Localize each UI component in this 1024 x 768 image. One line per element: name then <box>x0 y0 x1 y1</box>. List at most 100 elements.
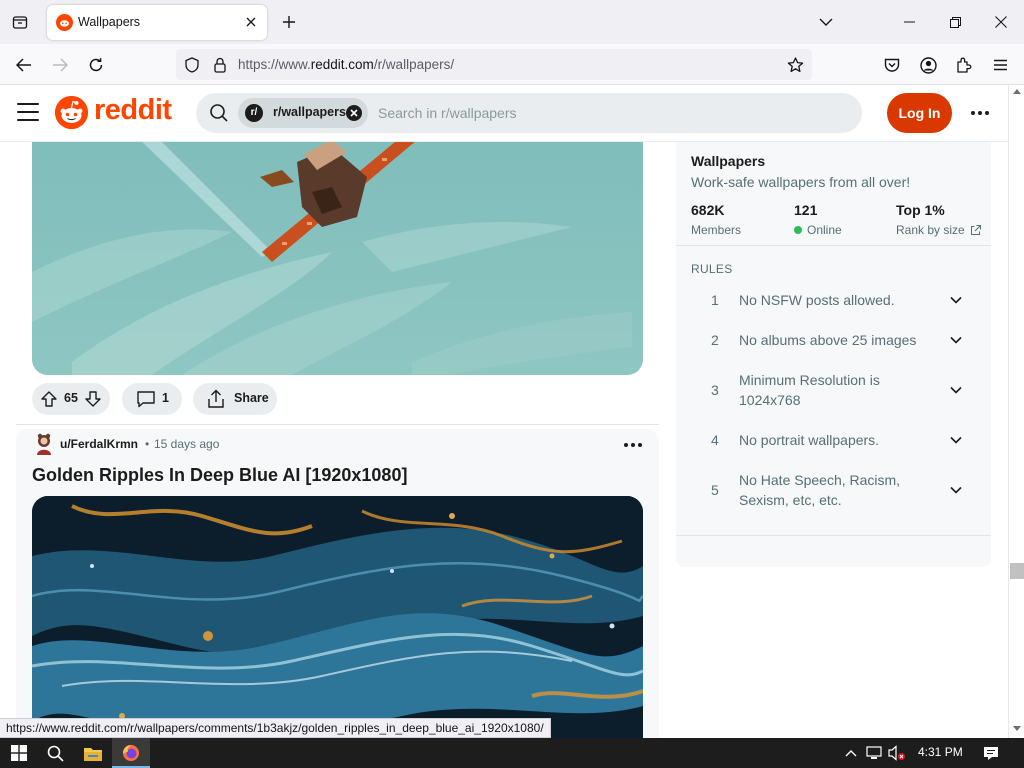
chevron-down-icon[interactable] <box>948 332 964 348</box>
tab-wallpapers[interactable]: Wallpapers <box>47 5 267 40</box>
hamburger-menu-icon[interactable] <box>17 103 39 123</box>
stat-value: 682K <box>691 202 725 218</box>
rule-number: 2 <box>711 332 719 348</box>
meta-separator: • <box>145 437 150 451</box>
chevron-down-icon[interactable] <box>948 432 964 448</box>
page-scrollbar[interactable] <box>1008 85 1024 738</box>
subreddit-search-chip[interactable]: r/ r/wallpapers <box>238 98 368 128</box>
chevron-down-icon[interactable] <box>948 292 964 308</box>
log-in-button[interactable]: Log In <box>887 93 952 133</box>
reddit-wordmark[interactable]: reddit <box>94 94 172 127</box>
search-bar[interactable]: r/ r/wallpapers <box>196 93 862 133</box>
tray-overflow-chevron-icon[interactable] <box>842 745 860 761</box>
search-input[interactable] <box>378 102 838 124</box>
reddit-favicon-icon <box>56 14 73 31</box>
rule-number: 1 <box>711 292 719 308</box>
url-bar[interactable]: https://www.reddit.com/r/wallpapers/ <box>176 49 812 80</box>
chevron-down-icon[interactable] <box>948 382 964 398</box>
community-sidebar: Wallpapers Work-safe wallpapers from all… <box>676 142 991 567</box>
rule-text: No albums above 25 images <box>739 332 917 348</box>
more-options-icon[interactable] <box>966 99 994 127</box>
upvote-icon[interactable] <box>40 390 58 408</box>
lock-icon[interactable] <box>210 55 230 75</box>
link-status-tooltip: https://www.reddit.com/r/wallpapers/comm… <box>0 718 551 738</box>
rule-text: No Hate Speech, Racism, Sexism, etc, etc… <box>739 472 901 508</box>
comments-button[interactable]: 1 <box>122 383 182 415</box>
list-all-tabs-icon[interactable] <box>815 12 837 32</box>
url-prefix: https://www. <box>238 57 311 72</box>
rule-item[interactable]: 4 No portrait wallpapers. <box>676 432 991 462</box>
stat-label: Rank by size <box>896 223 965 237</box>
community-description: Work-safe wallpapers from all over! <box>691 174 911 190</box>
windows-taskbar: 4:31 PM <box>0 738 1024 768</box>
taskbar-clock[interactable]: 4:31 PM <box>918 745 963 759</box>
chip-clear-icon[interactable] <box>346 105 362 121</box>
reddit-snoo-logo-icon[interactable] <box>55 96 88 129</box>
close-window-icon[interactable] <box>978 0 1024 44</box>
post-overflow-menu-icon[interactable] <box>624 443 642 449</box>
rule-item[interactable]: 1 No NSFW posts allowed. <box>676 292 991 322</box>
action-center-icon[interactable] <box>982 745 1000 761</box>
firefox-icon[interactable] <box>112 738 150 768</box>
post-card[interactable]: u/FerdalKrmn • 15 days ago Golden Ripple… <box>16 429 659 738</box>
sidebar-divider <box>676 245 991 246</box>
post-feed: 65 1 Share u/FerdalKrmn • 15 days ago Go… <box>0 142 670 738</box>
back-icon[interactable] <box>11 52 37 78</box>
app-menu-icon[interactable] <box>987 52 1013 78</box>
url-text[interactable]: https://www.reddit.com/r/wallpapers/ <box>238 57 454 72</box>
rule-item[interactable]: 5 No Hate Speech, Racism, Sexism, etc, e… <box>676 470 991 514</box>
scroll-down-arrow-icon[interactable] <box>1012 725 1022 733</box>
share-icon <box>206 389 226 409</box>
post-divider <box>16 424 659 425</box>
comment-icon <box>136 390 156 408</box>
post-author[interactable]: u/FerdalKrmn <box>60 437 138 451</box>
post-image-monkey-king[interactable] <box>32 142 643 375</box>
chevron-down-icon[interactable] <box>948 482 964 498</box>
rule-item[interactable]: 2 No albums above 25 images <box>676 332 991 362</box>
bookmark-star-icon[interactable] <box>785 55 805 75</box>
restore-icon[interactable] <box>932 0 978 44</box>
pocket-icon[interactable] <box>879 52 905 78</box>
reload-icon[interactable] <box>83 52 109 78</box>
rule-text: No NSFW posts allowed. <box>739 292 895 308</box>
post-title[interactable]: Golden Ripples In Deep Blue AI [1920x108… <box>32 465 407 486</box>
tracking-protection-shield-icon[interactable] <box>182 55 202 75</box>
stat-label: Members <box>691 223 742 237</box>
volume-muted-icon[interactable] <box>888 745 906 761</box>
tab-close-icon[interactable] <box>243 14 259 30</box>
subreddit-chip-avatar: r/ <box>245 104 263 122</box>
stat-value: 121 <box>794 202 818 218</box>
file-explorer-icon[interactable] <box>74 738 112 768</box>
windows-start-icon[interactable] <box>0 738 38 768</box>
post-timestamp: 15 days ago <box>154 437 220 451</box>
vote-control: 65 <box>32 383 110 415</box>
url-path: /r/wallpapers/ <box>373 57 455 72</box>
stat-value: Top 1% <box>896 202 945 218</box>
sidebar-divider <box>676 535 991 536</box>
rule-number: 3 <box>711 382 719 398</box>
search-icon <box>209 103 229 123</box>
tab-list-icon[interactable] <box>8 11 32 33</box>
forward-icon[interactable] <box>47 52 73 78</box>
network-icon[interactable] <box>865 745 883 761</box>
extensions-icon[interactable] <box>951 52 977 78</box>
rule-item[interactable]: 3 Minimum Resolution is 1024x768 <box>676 370 991 414</box>
author-avatar[interactable] <box>34 433 54 455</box>
tab-title: Wallpapers <box>78 15 141 29</box>
account-icon[interactable] <box>915 52 941 78</box>
scroll-up-arrow-icon[interactable] <box>1012 87 1022 95</box>
external-link-icon <box>970 224 981 235</box>
reddit-header: reddit r/ r/wallpapers Log In <box>0 85 1008 142</box>
minimize-icon[interactable] <box>886 0 932 44</box>
community-title: Wallpapers <box>691 153 766 169</box>
post-image-golden-ripples[interactable] <box>32 496 643 738</box>
online-dot-icon <box>794 226 802 234</box>
scrollbar-thumb[interactable] <box>1010 563 1024 579</box>
rule-number: 4 <box>711 432 719 448</box>
taskbar-search-icon[interactable] <box>36 738 74 768</box>
rule-text: Minimum Resolution is 1024x768 <box>739 372 880 408</box>
new-tab-icon[interactable] <box>278 11 300 33</box>
downvote-icon[interactable] <box>84 390 102 408</box>
share-button[interactable]: Share <box>193 383 277 415</box>
stat-rank[interactable]: Top 1% Rank by size <box>896 202 981 237</box>
